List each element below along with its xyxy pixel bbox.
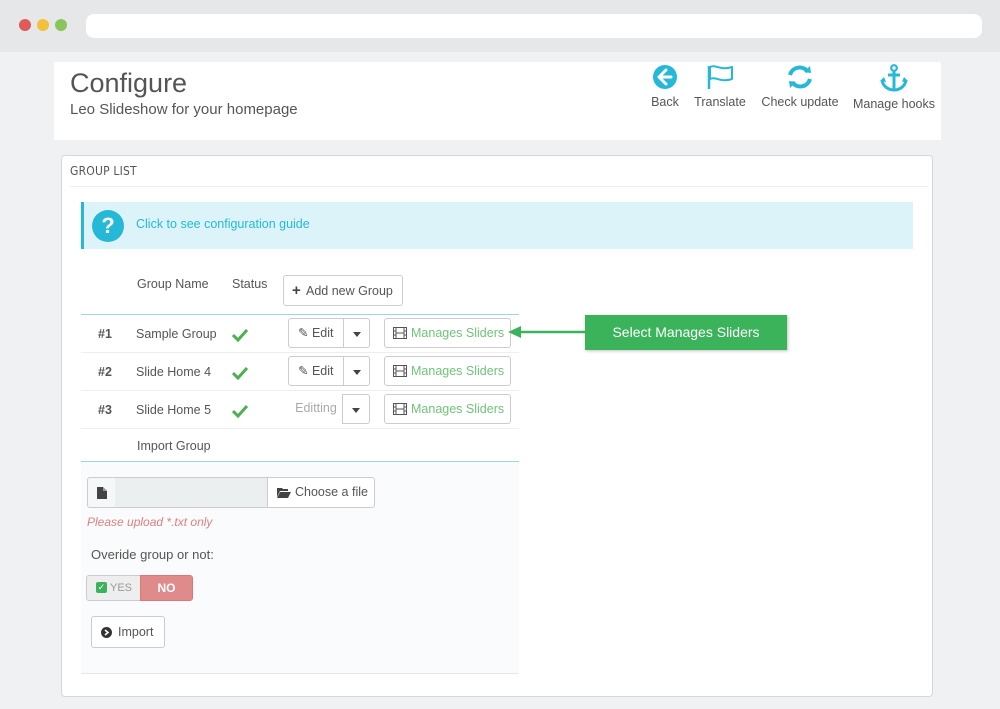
row-divider [81, 428, 519, 429]
page-content: Configure Leo Slideshow for your homepag… [0, 52, 1000, 709]
flag-icon [707, 65, 733, 89]
callout-arrow [508, 326, 585, 338]
edit-button[interactable]: ✎ Edit [288, 318, 344, 348]
film-icon [393, 327, 407, 339]
file-icon-box [87, 477, 116, 508]
manage-sliders-button[interactable]: Manages Sliders [384, 318, 511, 348]
film-icon [393, 365, 407, 377]
refresh-icon [788, 65, 812, 89]
edit-label: Edit [311, 364, 334, 378]
callout-label: Select Manages Sliders [585, 315, 787, 350]
arrow-circle-right-icon [101, 627, 112, 638]
toolbar-back-label: Back [651, 95, 679, 109]
edit-button-group: Editting [288, 394, 370, 424]
edit-dropdown-toggle[interactable] [343, 318, 370, 348]
row-group-name: Slide Home 4 [136, 365, 212, 379]
anchor-icon [880, 64, 908, 92]
import-form: Choose a file Please upload *.txt only O… [81, 462, 519, 674]
address-bar[interactable] [86, 14, 982, 38]
toolbar-check-update-label: Check update [761, 95, 839, 109]
column-header-group-name: Group Name [137, 277, 209, 291]
table-header-divider [81, 314, 519, 315]
add-new-group-label: Add new Group [306, 284, 393, 298]
pencil-icon: ✎ [298, 364, 309, 378]
status-check-icon[interactable] [232, 404, 248, 418]
row-divider [81, 390, 519, 391]
status-check-icon[interactable] [232, 328, 248, 342]
row-group-name: Slide Home 5 [136, 403, 212, 417]
manage-sliders-label: Manages Sliders [411, 402, 505, 416]
manage-sliders-label: Manages Sliders [411, 326, 505, 340]
edit-button-group: ✎ Edit [288, 356, 370, 386]
row-group-name: Sample Group [136, 327, 217, 341]
toolbar-translate-button[interactable]: Translate [694, 62, 746, 140]
panel-heading: GROUP LIST [70, 156, 928, 187]
back-arrow-circle-icon [653, 65, 677, 89]
toolbar-translate-label: Translate [694, 95, 746, 109]
choose-file-label: Choose a file [295, 485, 368, 499]
manage-sliders-label: Manages Sliders [411, 364, 505, 378]
column-header-status: Status [232, 277, 268, 291]
edit-dropdown-toggle[interactable] [343, 356, 370, 386]
override-yes-label: YES [110, 582, 133, 594]
film-icon [393, 403, 407, 415]
config-guide-link[interactable]: Click to see configuration guide [136, 217, 310, 231]
override-yes-option[interactable]: ✓ YES [86, 575, 141, 601]
file-icon [97, 487, 107, 499]
edit-button-group: ✎ Edit [288, 318, 370, 348]
row-number: #3 [98, 403, 112, 417]
edit-label: Edit [311, 326, 334, 340]
row-number: #1 [98, 327, 112, 341]
browser-chrome [0, 0, 1000, 52]
group-list-panel: GROUP LIST ? Click to see configuration … [61, 155, 933, 697]
import-label: Import [118, 625, 154, 639]
toolbar-manage-hooks-label: Manage hooks [852, 97, 935, 111]
override-label: Overide group or not: [91, 547, 214, 562]
edit-button-disabled: Editting [288, 394, 344, 424]
pencil-icon: ✎ [298, 326, 309, 340]
checkbox-icon: ✓ [96, 582, 107, 593]
question-icon: ? [92, 210, 124, 242]
window-close-dot[interactable] [19, 19, 31, 31]
page-subtitle: Leo Slideshow for your homepage [70, 101, 298, 118]
override-switch[interactable]: ✓ YES NO [86, 575, 193, 601]
import-group-title: Import Group [137, 439, 211, 453]
page-title: Configure [70, 68, 188, 98]
manage-sliders-button[interactable]: Manages Sliders [384, 356, 511, 386]
row-number: #2 [98, 365, 112, 379]
plus-icon: + [292, 282, 301, 299]
status-check-icon[interactable] [232, 366, 248, 380]
row-divider [81, 352, 519, 353]
window-maximize-dot[interactable] [55, 19, 67, 31]
page-header: Configure Leo Slideshow for your homepag… [54, 62, 941, 140]
toolbar-back-button[interactable]: Back [648, 62, 682, 140]
edit-button[interactable]: ✎ Edit [288, 356, 344, 386]
window-minimize-dot[interactable] [37, 19, 49, 31]
override-no-option[interactable]: NO [140, 575, 193, 601]
import-button[interactable]: Import [91, 616, 165, 648]
file-name-input[interactable] [115, 477, 268, 508]
edit-dropdown-toggle[interactable] [342, 394, 370, 424]
toolbar-check-update-button[interactable]: Check update [761, 62, 839, 140]
manage-sliders-button[interactable]: Manages Sliders [384, 394, 511, 424]
toolbar-manage-hooks-button[interactable]: Manage hooks [852, 62, 936, 140]
upload-hint: Please upload *.txt only [87, 515, 213, 529]
config-guide-alert: ? Click to see configuration guide [81, 202, 913, 249]
choose-file-button[interactable]: Choose a file [267, 477, 375, 508]
folder-open-icon [277, 488, 291, 498]
add-new-group-button[interactable]: + Add new Group [283, 275, 403, 306]
